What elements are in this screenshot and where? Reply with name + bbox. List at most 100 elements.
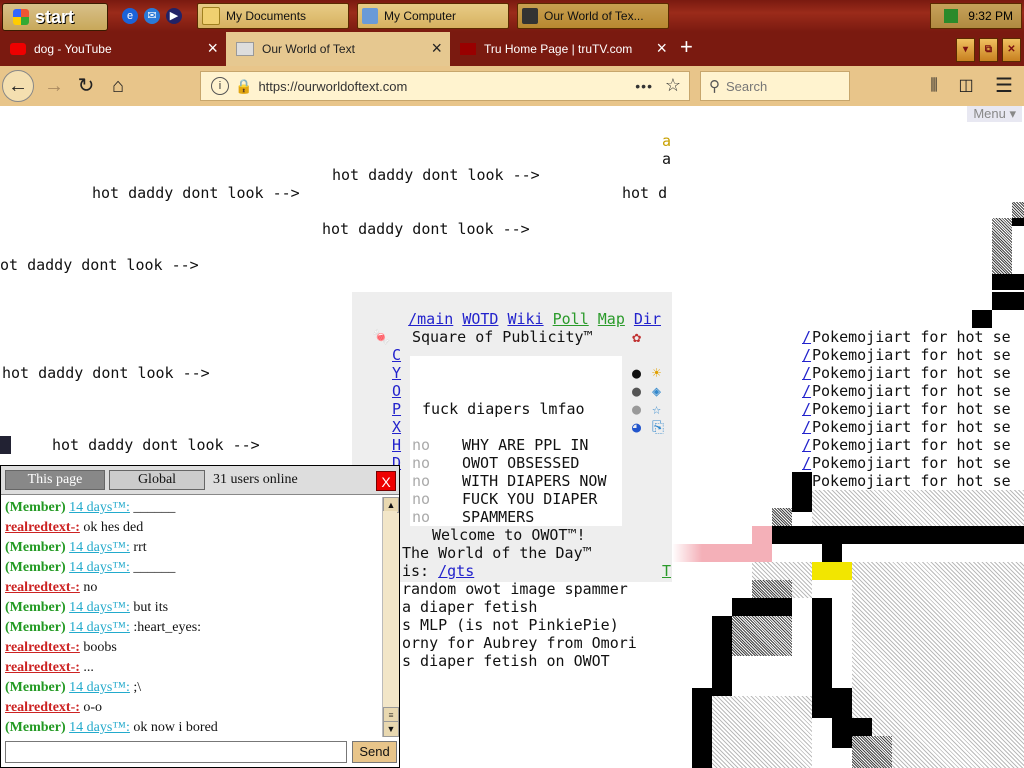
chat-nick[interactable]: (Member) [5, 540, 66, 555]
bookmark-star-icon[interactable]: ☆ [665, 75, 681, 96]
chat-nick[interactable]: realredtext-: [5, 660, 80, 675]
chat-close-button[interactable]: X [376, 471, 396, 491]
letter-link[interactable]: H [392, 436, 401, 454]
chat-nick[interactable]: (Member) [5, 600, 66, 615]
reload-button[interactable]: ↻ [70, 70, 102, 102]
globe-icon: ◕ [632, 418, 642, 436]
pokemojiart-text: Pokemojiart for hot se [812, 436, 1011, 454]
world-canvas[interactable]: Menu ▾ a a hot daddy dont look --> hot d… [0, 106, 1024, 768]
chat-user-tag[interactable]: 14 days™ [69, 560, 126, 575]
info-icon[interactable]: i [211, 77, 229, 95]
scroll-track[interactable] [383, 511, 397, 711]
send-button[interactable]: Send [352, 741, 397, 763]
chat-nick[interactable]: (Member) [5, 720, 66, 735]
chat-user-tag[interactable]: 14 days™ [69, 500, 126, 515]
search-icon: ⚲ [709, 78, 720, 95]
chat-tab-global[interactable]: Global [109, 470, 205, 490]
search-input[interactable]: ⚲ Search [700, 71, 850, 101]
world-text: orny for Aubrey from Omori [402, 634, 637, 652]
pokemojiart-link[interactable]: / [802, 400, 811, 418]
link-wiki[interactable]: Wiki [507, 310, 543, 328]
pokemojiart-link[interactable]: / [802, 346, 811, 364]
home-button[interactable]: ⌂ [102, 70, 134, 102]
chat-nick[interactable]: realredtext-: [5, 520, 80, 535]
chat-text: no [83, 580, 98, 595]
sidebar-icon[interactable]: ◫ [950, 70, 982, 102]
minimize-icon[interactable]: ▾ [956, 38, 975, 62]
chat-user-tag[interactable]: 14 days™ [69, 680, 126, 695]
letter-link[interactable]: O [392, 382, 401, 400]
chat-message: (Member) 14 days™: rrt [5, 538, 380, 558]
forward-button[interactable]: → [38, 70, 70, 102]
task-my-computer[interactable]: My Computer [357, 3, 509, 29]
page-actions-icon[interactable]: ••• [635, 78, 653, 94]
link-map[interactable]: Map [598, 310, 625, 328]
chat-nick[interactable]: realredtext-: [5, 700, 80, 715]
restore-icon[interactable]: ⧉ [979, 38, 998, 62]
tab-our-world-of-text[interactable]: Our World of Text × [226, 32, 450, 66]
chat-tabs: This page Global 31 users online X [1, 466, 399, 495]
wotd-text: The World of the Day™ [402, 544, 592, 562]
chat-user-tag[interactable]: 14 days™ [69, 600, 126, 615]
close-window-icon[interactable]: ✕ [1002, 38, 1021, 62]
close-tab-icon[interactable]: × [431, 39, 442, 57]
chat-text: boobs [83, 640, 117, 655]
media-player-icon[interactable]: ▶ [166, 8, 182, 24]
letter-link[interactable]: X [392, 418, 401, 436]
pokemojiart-link[interactable]: / [802, 328, 811, 346]
wotd-link[interactable]: /gts [438, 562, 474, 580]
pokemojiart-text: Pokemojiart for hot se [812, 346, 1011, 364]
wotd-t-link[interactable]: T [662, 562, 671, 580]
link-wotd[interactable]: WOTD [462, 310, 498, 328]
chat-nick[interactable]: realredtext-: [5, 580, 80, 595]
letter-link[interactable]: P [392, 400, 401, 418]
folder-icon [202, 7, 220, 25]
chat-user-tag[interactable]: 14 days™ [69, 720, 126, 735]
letter-link[interactable]: C [392, 346, 401, 364]
url-bar[interactable]: i 🔒 https://ourworldoftext.com ••• ☆ [200, 71, 690, 101]
tab-youtube[interactable]: dog - YouTube × [0, 32, 226, 66]
chat-user-tag[interactable]: 14 days™ [69, 540, 126, 555]
world-text: hot daddy dont look --> [52, 436, 260, 454]
close-tab-icon[interactable]: × [656, 39, 667, 57]
chat-user-tag[interactable]: 14 days™ [69, 620, 126, 635]
new-tab-icon[interactable]: + [680, 34, 693, 60]
tab-trutv[interactable]: Tru Home Page | truTV.com × [450, 32, 675, 66]
link-main[interactable]: /main [408, 310, 453, 328]
chat-nick[interactable]: (Member) [5, 560, 66, 575]
owot-favicon-icon [236, 42, 254, 56]
chat-text: ... [83, 660, 94, 675]
pokemojiart-link[interactable]: / [802, 364, 811, 382]
pokemojiart-link[interactable]: / [802, 382, 811, 400]
close-tab-icon[interactable]: × [207, 39, 218, 57]
outlook-icon[interactable]: ✉ [144, 8, 160, 24]
letter-link[interactable]: Y [392, 364, 401, 382]
wotd-line: is: /gts [402, 562, 474, 580]
chat-nick[interactable]: (Member) [5, 620, 66, 635]
start-label: start [35, 6, 75, 27]
scroll-down-icon[interactable]: ▼ [383, 721, 399, 737]
chat-tab-this-page[interactable]: This page [5, 470, 105, 490]
network-icon[interactable] [944, 9, 959, 23]
hamburger-menu-icon[interactable]: ☰ [988, 70, 1020, 102]
chat-input[interactable] [5, 741, 347, 763]
library-icon[interactable]: ⫼ [918, 70, 950, 102]
no-text: no [412, 472, 431, 490]
pokemojiart-link[interactable]: / [802, 436, 811, 454]
chat-scrollbar[interactable]: ▲ ≡ ▼ [382, 497, 399, 737]
pokemojiart-link[interactable]: / [802, 418, 811, 436]
link-dir[interactable]: Dir [634, 310, 661, 328]
task-our-world-of-text[interactable]: Our World of Tex... [517, 3, 669, 29]
start-button[interactable]: start [2, 3, 108, 31]
world-text: ot daddy dont look --> [0, 256, 199, 274]
star-icon: ☆ [652, 400, 662, 418]
chat-nick[interactable]: realredtext-: [5, 640, 80, 655]
pokemojiart-link[interactable]: / [802, 454, 811, 472]
chat-nick[interactable]: (Member) [5, 500, 66, 515]
menu-button[interactable]: Menu ▾ [967, 106, 1022, 122]
task-my-documents[interactable]: My Documents [197, 3, 349, 29]
chat-nick[interactable]: (Member) [5, 680, 66, 695]
ie-icon[interactable]: e [122, 8, 138, 24]
link-poll[interactable]: Poll [553, 310, 589, 328]
back-button[interactable]: ← [2, 70, 34, 102]
